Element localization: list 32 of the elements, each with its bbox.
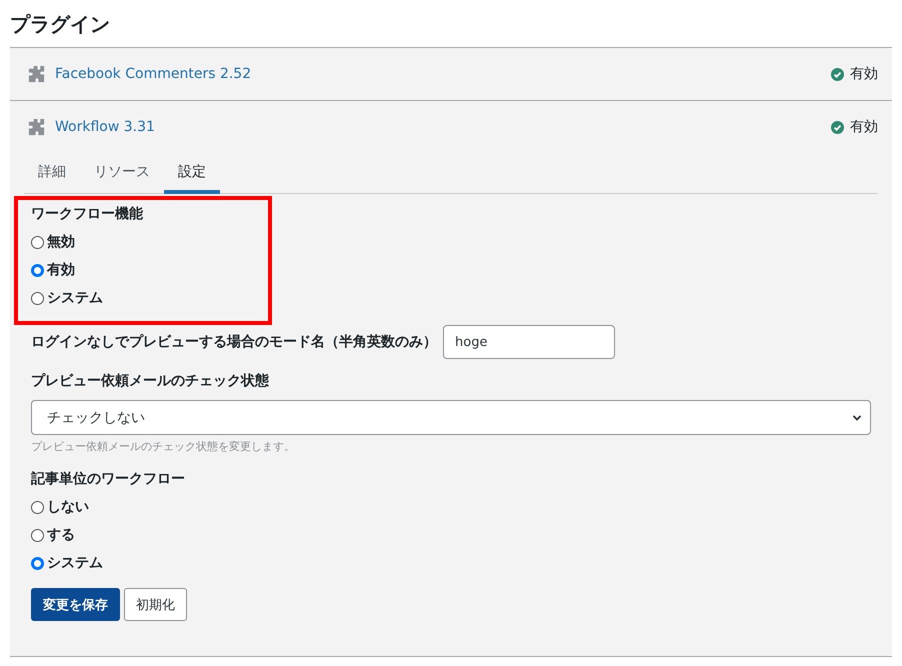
field-label: プレビュー依頼メールのチェック状態	[31, 372, 270, 391]
radio-button[interactable]	[31, 236, 44, 248]
radio-button[interactable]	[31, 264, 44, 276]
reset-button[interactable]: 初期化	[124, 588, 187, 621]
tab[interactable]: 詳細	[24, 153, 80, 194]
tab[interactable]: 設定	[164, 153, 220, 194]
field-label: 記事単位のワークフロー	[31, 470, 186, 489]
option-label: システム	[47, 289, 103, 307]
option-label: しない	[47, 498, 89, 516]
field-label: ログインなしでプレビューする場合のモード名（半角英数のみ）	[31, 333, 437, 352]
plugin-name-link[interactable]: Facebook Commenters 2.52	[55, 66, 831, 82]
field-label: ワークフロー機能	[31, 205, 144, 224]
tab[interactable]: リソース	[80, 153, 164, 194]
puzzle-icon	[27, 118, 46, 136]
chevron-down-icon	[852, 412, 862, 422]
select-field[interactable]: チェックしない	[31, 400, 871, 435]
page-title: プラグイン	[10, 11, 111, 38]
option-label: する	[47, 526, 75, 544]
status-label: 有効	[850, 118, 878, 136]
option-label: 有効	[47, 261, 75, 279]
radio-button[interactable]	[31, 556, 44, 570]
save-button[interactable]: 変更を保存	[31, 588, 120, 621]
status-label: 有効	[850, 65, 878, 83]
radio-button[interactable]	[31, 500, 44, 514]
option-label: 無効	[47, 233, 75, 251]
puzzle-icon	[27, 64, 46, 84]
text-input[interactable]: hoge	[443, 325, 615, 359]
radio-button[interactable]	[31, 292, 44, 304]
help-text: プレビュー依頼メールのチェック状態を変更します。	[31, 439, 296, 455]
plugin-name-link[interactable]: Workflow 3.31	[55, 119, 831, 135]
radio-button[interactable]	[31, 528, 44, 542]
option-label: システム	[47, 554, 103, 572]
